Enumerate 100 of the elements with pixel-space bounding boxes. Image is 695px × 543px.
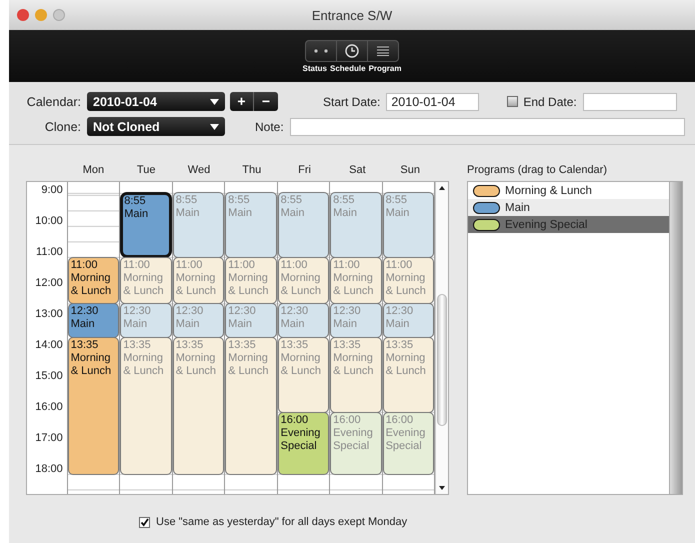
event-time: 12:30 <box>386 305 414 318</box>
program-item[interactable]: Evening Special <box>468 216 669 233</box>
checkbox[interactable] <box>139 516 150 528</box>
event-name: Main <box>123 318 148 332</box>
event-block[interactable]: 12:30 Main <box>68 303 120 338</box>
scroll-down-icon[interactable] <box>439 486 446 490</box>
event-block[interactable]: 8:55 Main <box>225 192 277 258</box>
field-label: Start Date: <box>323 94 380 108</box>
event-time: 11:00 <box>228 258 255 272</box>
day-header: Tue <box>136 164 156 176</box>
end-date-field[interactable] <box>582 92 677 110</box>
event-name: Main <box>70 318 95 332</box>
toolbar-label: Status <box>302 64 327 72</box>
event-name: Morning & Lunch <box>123 352 165 378</box>
event-time: 11:00 <box>70 258 98 272</box>
event-block[interactable]: 8:55 Main <box>172 192 224 258</box>
start-date-field[interactable]: 2010-01-04 <box>386 92 480 110</box>
program-item[interactable]: Morning & Lunch <box>468 182 669 199</box>
event-block[interactable]: 13:35 Morning & Lunch <box>382 337 434 413</box>
event-time: 13:35 <box>176 339 204 352</box>
clone-dropdown[interactable]: Not Cloned <box>87 117 225 136</box>
event-block[interactable]: 8:55 Main <box>278 192 330 258</box>
event-block[interactable]: 12:30 Main <box>225 303 277 338</box>
event-time: 8:55 <box>176 194 198 208</box>
hour-label: 12:00 <box>35 276 63 289</box>
panel-title: Programs (drag to Calendar) <box>467 164 608 176</box>
event-block[interactable]: 13:35 Morning & Lunch <box>278 337 330 413</box>
close-button[interactable] <box>17 9 29 21</box>
hour-label: 15:00 <box>35 370 63 382</box>
event-block[interactable]: 13:35 Morning & Lunch <box>172 337 224 475</box>
event-block[interactable]: 12:30 Main <box>382 303 434 338</box>
event-name: Main <box>124 208 148 222</box>
checkbox-label: Use "same as yesterday" for all days exept Monday <box>156 516 408 528</box>
event-block[interactable]: 13:35 Morning & Lunch <box>225 337 277 475</box>
event-block[interactable]: 16:00 Evening Special <box>330 412 382 475</box>
event-name: Morning & Lunch <box>123 272 165 298</box>
event-time: 13:35 <box>280 339 308 352</box>
event-time: 12:30 <box>280 305 308 318</box>
event-block[interactable]: 12:30 Main <box>120 303 172 338</box>
event-name: Main <box>386 318 410 332</box>
event-block[interactable]: 11:00 Morning & Lunch <box>382 256 434 304</box>
field-label: Note: <box>255 120 284 134</box>
event-block[interactable]: 12:30 Main <box>330 303 382 338</box>
dots-icon <box>314 48 328 52</box>
event-block[interactable]: 8:55 Main <box>382 192 434 258</box>
event-time: 8:55 <box>386 194 407 208</box>
scrollbar[interactable] <box>669 182 682 494</box>
event-time: 12:30 <box>333 305 361 318</box>
event-name: Morning & Lunch <box>333 352 374 378</box>
event-block[interactable]: 11:00 Morning & Lunch <box>120 256 172 304</box>
calendar-dropdown[interactable]: 2010-01-04 <box>87 92 225 111</box>
event-block[interactable]: 11:00 Morning & Lunch <box>225 256 277 304</box>
event-block[interactable]: 13:35 Morning & Lunch <box>330 337 382 413</box>
event-block[interactable]: 16:00 Evening Special <box>278 412 330 475</box>
event-time: 11:00 <box>333 258 360 272</box>
scroll-up-icon[interactable] <box>439 186 446 190</box>
event-time: 13:35 <box>333 339 361 352</box>
list-icon <box>376 46 388 56</box>
event-name: Morning & Lunch <box>333 272 374 298</box>
hour-label: 16:00 <box>35 400 63 413</box>
scrollbar[interactable] <box>435 182 448 494</box>
remove-button[interactable]: − <box>254 92 278 111</box>
day-header: Mon <box>82 164 104 176</box>
event-block[interactable]: 16:00 Evening Special <box>382 412 434 475</box>
toolbar-button[interactable] <box>336 40 368 62</box>
event-time: 11:00 <box>176 258 202 272</box>
toolbar-button[interactable] <box>366 40 398 62</box>
field-label: End Date: <box>523 94 577 108</box>
program-name: Main <box>505 202 530 214</box>
event-block[interactable]: 11:00 Morning & Lunch <box>330 256 382 304</box>
checkbox[interactable] <box>507 96 518 107</box>
event-block[interactable]: 13:35 Morning & Lunch <box>120 337 172 475</box>
event-time: 16:00 <box>280 414 308 427</box>
event-name: Morning & Lunch <box>176 352 218 378</box>
event-time: 8:55 <box>280 194 302 208</box>
event-name: Morning & Lunch <box>280 352 322 378</box>
event-block[interactable]: 11:00 Morning & Lunch <box>68 256 120 304</box>
window-title: Entrance S/W <box>312 8 392 22</box>
hour-label: 11:00 <box>36 246 63 258</box>
event-block[interactable]: 11:00 Morning & Lunch <box>278 256 330 304</box>
event-time: 13:35 <box>123 339 151 352</box>
event-time: 12:30 <box>228 305 256 318</box>
toolbar-button[interactable] <box>304 40 336 62</box>
event-block[interactable]: 12:30 Main <box>172 303 224 338</box>
event-time: 16:00 <box>333 414 361 427</box>
dropdown-caret-icon <box>210 124 219 130</box>
event-block[interactable]: 8:55 Main <box>120 192 172 258</box>
program-item[interactable]: Main <box>468 199 669 216</box>
event-name: Evening Special <box>386 426 426 453</box>
event-time: 8:55 <box>333 194 355 208</box>
event-block[interactable]: 12:30 Main <box>278 303 330 338</box>
event-block[interactable]: 13:35 Morning & Lunch <box>68 337 120 475</box>
event-block[interactable]: 8:55 Main <box>330 192 382 258</box>
event-block[interactable]: 11:00 Morning & Lunch <box>172 256 224 304</box>
add-button[interactable]: + <box>230 92 254 111</box>
event-name: Main <box>176 318 200 332</box>
note-field[interactable] <box>290 118 685 136</box>
program-name: Evening Special <box>505 218 588 230</box>
event-name: Morning & Lunch <box>176 272 218 298</box>
hour-label: 13:00 <box>35 308 63 320</box>
